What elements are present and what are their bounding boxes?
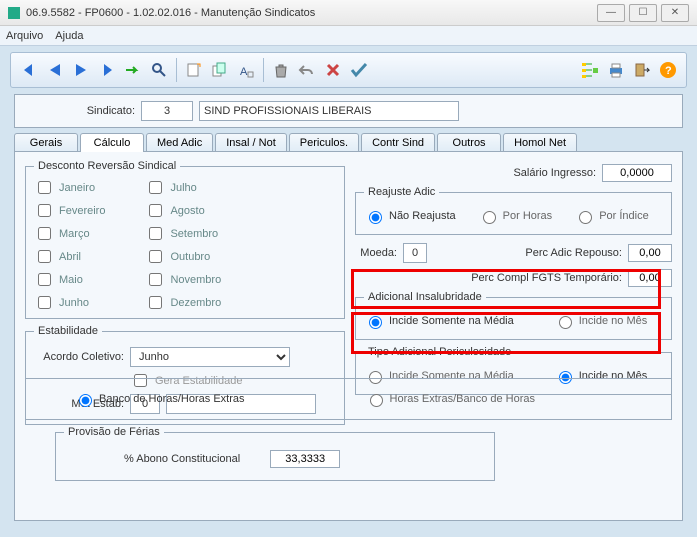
menu-ajuda[interactable]: Ajuda	[55, 30, 83, 42]
new-icon[interactable]	[182, 58, 206, 82]
window-title: 06.9.5582 - FP0600 - 1.02.02.016 - Manut…	[26, 7, 597, 19]
cancel-icon[interactable]	[321, 58, 345, 82]
radio-banco-horas[interactable]: Banco de Horas/Horas Extras	[74, 391, 245, 407]
provisao-ferias-legend: Provisão de Férias	[64, 426, 164, 438]
banco-horas-fieldset: Banco de Horas/Horas Extras Horas Extras…	[25, 378, 672, 420]
exit-icon[interactable]	[630, 58, 654, 82]
month-marco[interactable]: Março	[34, 224, 105, 243]
perc-adic-repouso-input[interactable]	[628, 244, 672, 262]
app-icon	[8, 7, 20, 19]
menu-arquivo[interactable]: Arquivo	[6, 30, 43, 42]
tipo-adicional-periculosidade-legend: Tipo Adicional Periculosidade	[364, 346, 515, 358]
month-novembro[interactable]: Novembro	[145, 270, 221, 289]
tab-homolnet[interactable]: Homol Net	[503, 133, 577, 152]
search-icon[interactable]	[147, 58, 171, 82]
tab-panel-calculo: Desconto Reversão Sindical Janeiro Fever…	[14, 151, 683, 521]
confirm-icon[interactable]	[347, 58, 371, 82]
font-icon[interactable]: A	[234, 58, 258, 82]
month-setembro[interactable]: Setembro	[145, 224, 221, 243]
tab-contrsind[interactable]: Contr Sind	[361, 133, 435, 152]
sindicato-code-input[interactable]	[141, 101, 193, 121]
radio-insal-mes[interactable]: Incide no Mês	[554, 313, 647, 329]
provisao-ferias-fieldset: Provisão de Férias % Abono Constituciona…	[55, 426, 495, 481]
print-icon[interactable]	[604, 58, 628, 82]
toolbar: A ?	[10, 52, 687, 88]
delete-icon[interactable]	[269, 58, 293, 82]
month-janeiro[interactable]: Janeiro	[34, 178, 105, 197]
tab-gerais[interactable]: Gerais	[14, 133, 78, 152]
month-outubro[interactable]: Outubro	[145, 247, 221, 266]
radio-nao-reajusta[interactable]: Não Reajusta	[364, 208, 456, 224]
tab-medadic[interactable]: Med Adic	[146, 133, 213, 152]
goto-icon[interactable]	[121, 58, 145, 82]
month-dezembro[interactable]: Dezembro	[145, 293, 221, 312]
radio-por-indice[interactable]: Por Índice	[574, 208, 649, 224]
acordo-coletivo-label: Acordo Coletivo:	[34, 351, 124, 363]
help-icon[interactable]: ?	[656, 58, 680, 82]
abono-constitucional-input[interactable]	[270, 450, 340, 468]
sindicato-name-input[interactable]	[199, 101, 459, 121]
adicional-insalubridade-legend: Adicional Insalubridade	[364, 291, 486, 303]
abono-constitucional-label: % Abono Constitucional	[124, 453, 240, 465]
perc-fgts-temp-label: Perc Compl FGTS Temporário:	[471, 272, 622, 284]
titlebar: 06.9.5582 - FP0600 - 1.02.02.016 - Manut…	[0, 0, 697, 26]
undo-icon[interactable]	[295, 58, 319, 82]
svg-text:A: A	[240, 66, 248, 78]
adicional-insalubridade-fieldset: Adicional Insalubridade Incide Somente n…	[355, 291, 672, 340]
menubar: Arquivo Ajuda	[0, 26, 697, 46]
estabilidade-legend: Estabilidade	[34, 325, 102, 337]
desconto-reversao-fieldset: Desconto Reversão Sindical Janeiro Fever…	[25, 160, 345, 319]
radio-por-horas[interactable]: Por Horas	[478, 208, 553, 224]
reajuste-adic-fieldset: Reajuste Adic Não Reajusta Por Horas Por…	[355, 186, 672, 235]
next-record-icon[interactable]	[69, 58, 93, 82]
moeda-label: Moeda:	[355, 247, 397, 259]
month-julho[interactable]: Julho	[145, 178, 221, 197]
tab-strip: Gerais Cálculo Med Adic Insal / Not Peri…	[0, 132, 697, 151]
tab-outros[interactable]: Outros	[437, 133, 501, 152]
prev-record-icon[interactable]	[43, 58, 67, 82]
minimize-button[interactable]: —	[597, 4, 625, 22]
tree-icon[interactable]	[578, 58, 602, 82]
perc-fgts-temp-input[interactable]	[628, 269, 672, 287]
tab-calculo[interactable]: Cálculo	[80, 133, 144, 152]
month-agosto[interactable]: Agosto	[145, 201, 221, 220]
reajuste-adic-legend: Reajuste Adic	[364, 186, 439, 198]
svg-text:?: ?	[665, 65, 672, 77]
close-button[interactable]: ✕	[661, 4, 689, 22]
sindicato-label: Sindicato:	[25, 105, 135, 117]
copy-icon[interactable]	[208, 58, 232, 82]
acordo-coletivo-select[interactable]: Junho	[130, 347, 290, 367]
month-abril[interactable]: Abril	[34, 247, 105, 266]
salario-ingresso-input[interactable]	[602, 164, 672, 182]
tab-insalnot[interactable]: Insal / Not	[215, 133, 287, 152]
last-record-icon[interactable]	[95, 58, 119, 82]
month-junho[interactable]: Junho	[34, 293, 105, 312]
month-fevereiro[interactable]: Fevereiro	[34, 201, 105, 220]
moeda-input[interactable]	[403, 243, 427, 263]
salario-ingresso-label: Salário Ingresso:	[513, 167, 596, 179]
radio-horas-extras[interactable]: Horas Extras/Banco de Horas	[365, 391, 536, 407]
desconto-reversao-legend: Desconto Reversão Sindical	[34, 160, 180, 172]
radio-insal-media[interactable]: Incide Somente na Média	[364, 313, 514, 329]
maximize-button[interactable]: ☐	[629, 4, 657, 22]
tab-periculos[interactable]: Periculos.	[289, 133, 359, 152]
perc-adic-repouso-label: Perc Adic Repouso:	[525, 247, 622, 259]
first-record-icon[interactable]	[17, 58, 41, 82]
month-maio[interactable]: Maio	[34, 270, 105, 289]
